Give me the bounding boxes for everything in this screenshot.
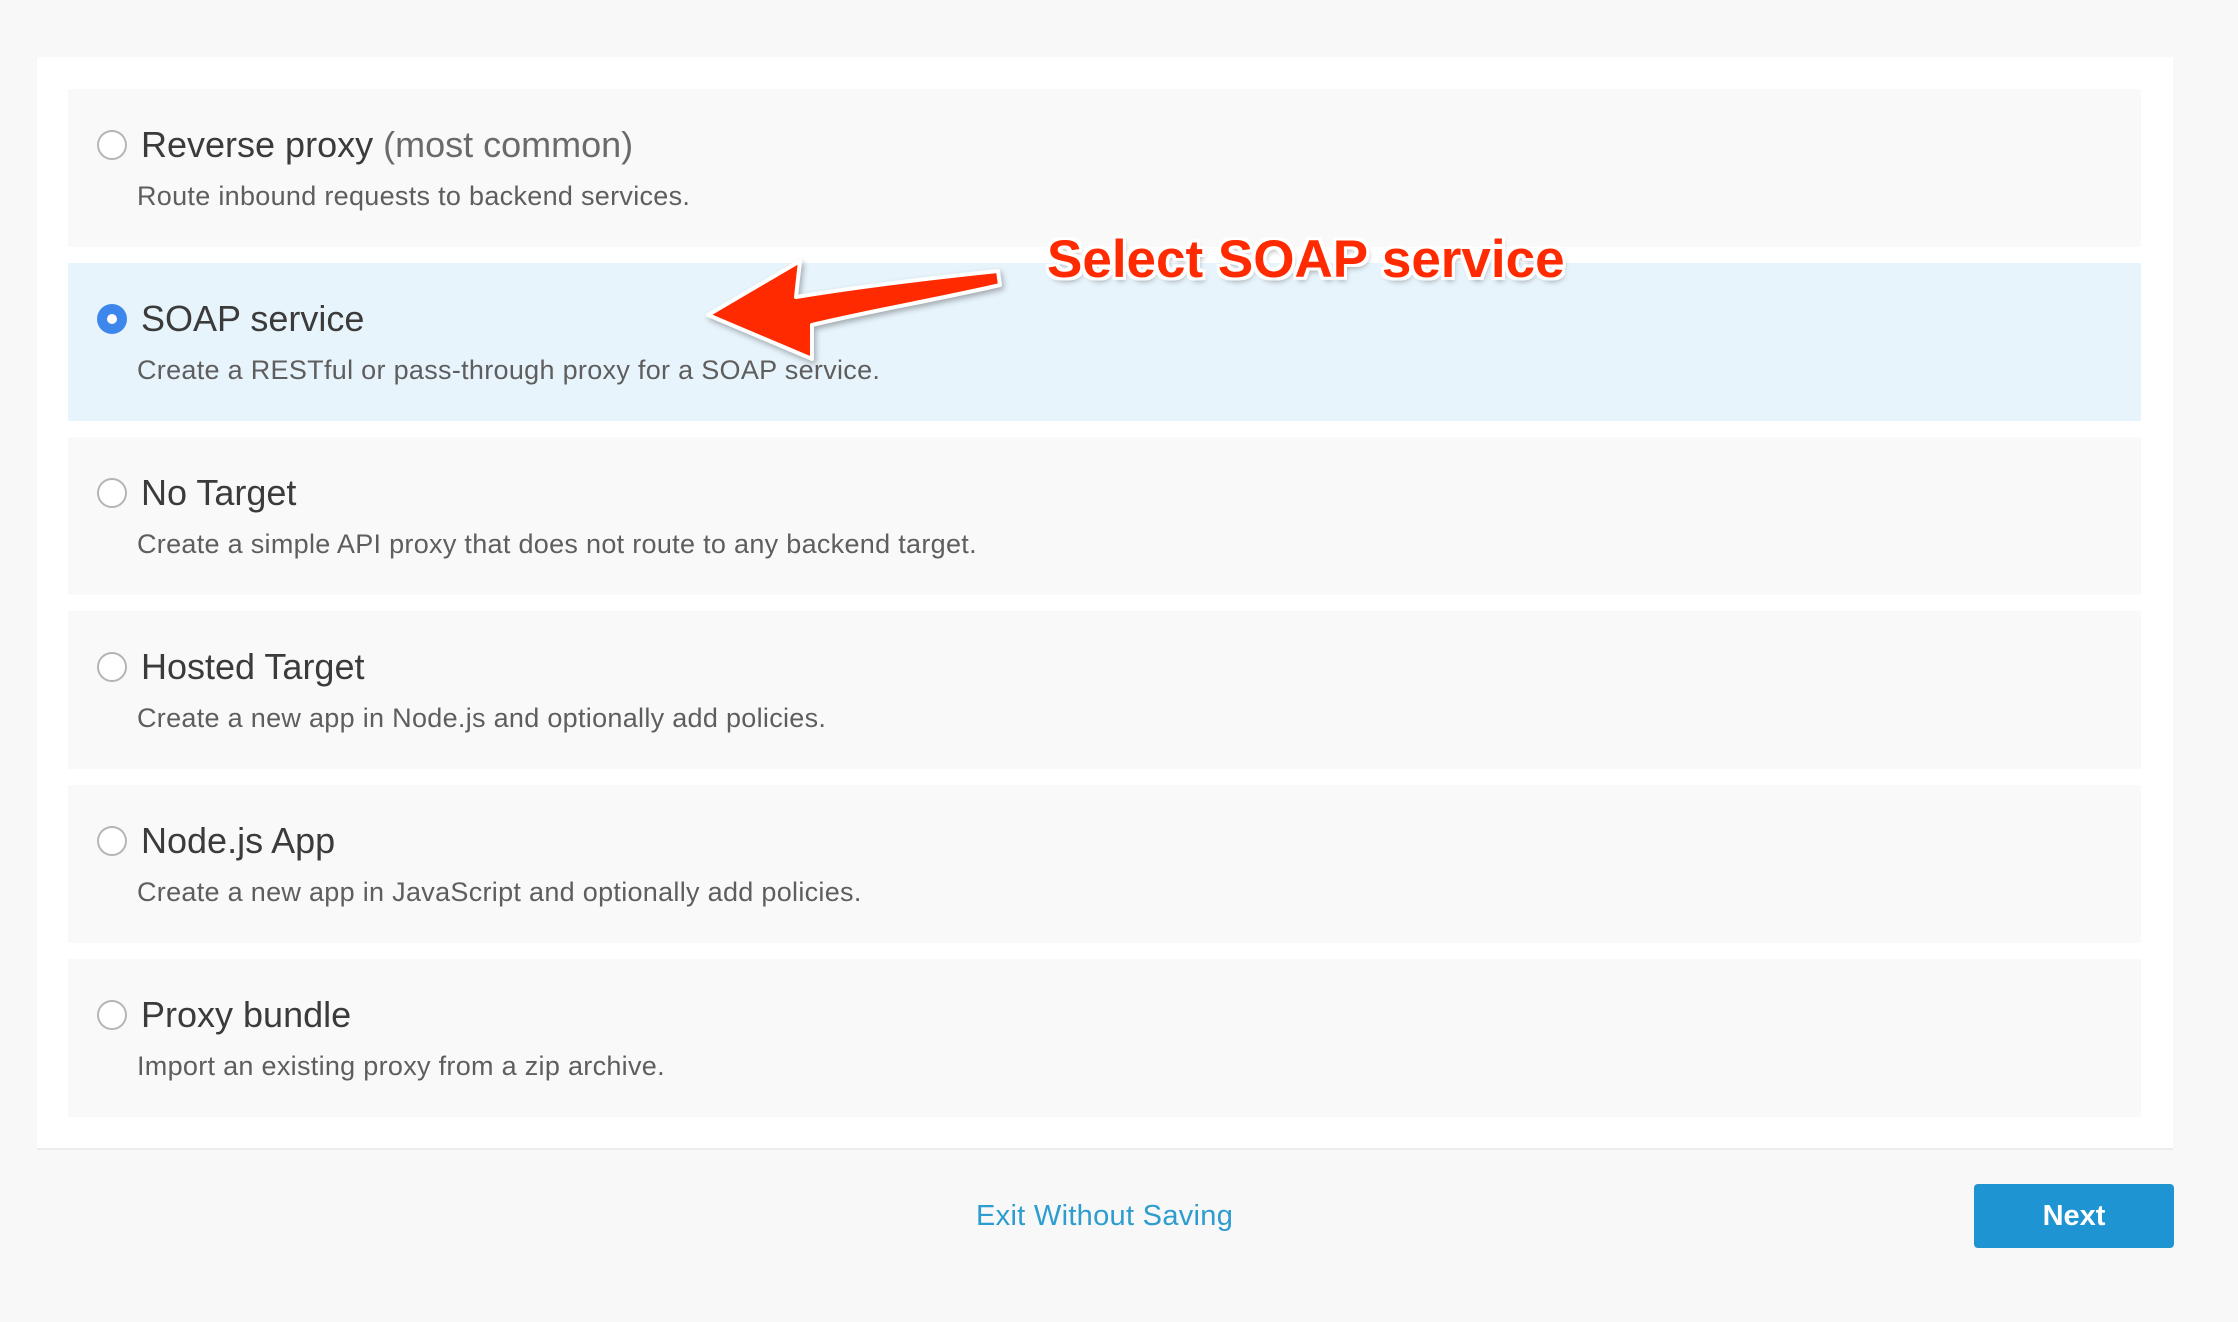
radio-button[interactable] (97, 826, 127, 856)
radio-button[interactable] (97, 478, 127, 508)
option-title: SOAP service (141, 299, 364, 339)
option-title: Reverse proxy (most common) (141, 125, 633, 165)
option-hosted-target[interactable]: Hosted Target Create a new app in Node.j… (68, 611, 2141, 769)
option-title-text: Node.js App (141, 820, 336, 861)
next-button[interactable]: Next (1974, 1184, 2174, 1248)
option-description: Import an existing proxy from a zip arch… (137, 1051, 665, 1081)
radio-button[interactable] (97, 130, 127, 160)
arrow-left-icon (706, 259, 1002, 361)
option-title: Proxy bundle (141, 995, 351, 1035)
radio-button[interactable] (97, 1000, 127, 1030)
option-title-text: Hosted Target (141, 646, 365, 687)
option-title-text: SOAP service (141, 298, 365, 339)
option-title: Hosted Target (141, 647, 364, 687)
option-description: Create a simple API proxy that does not … (137, 529, 977, 559)
option-title-text: Proxy bundle (141, 994, 352, 1035)
option-nodejs-app[interactable]: Node.js App Create a new app in JavaScri… (68, 785, 2141, 943)
option-title-text: Reverse proxy (141, 124, 374, 165)
option-title-text: No Target (141, 472, 297, 513)
option-description: Route inbound requests to backend servic… (137, 181, 691, 211)
exit-without-saving-link[interactable]: Exit Without Saving (976, 1196, 1233, 1236)
radio-dot (107, 314, 117, 324)
option-proxy-bundle[interactable]: Proxy bundle Import an existing proxy fr… (68, 959, 2141, 1117)
radio-button-checked[interactable] (97, 304, 127, 334)
annotation-label: Select SOAP service (1047, 230, 1565, 289)
option-title: Node.js App (141, 821, 335, 861)
option-no-target[interactable]: No Target Create a simple API proxy that… (68, 437, 2141, 595)
option-title-suffix: (most common) (383, 124, 634, 165)
option-reverse-proxy[interactable]: Reverse proxy (most common) Route inboun… (68, 89, 2141, 247)
option-description: Create a new app in JavaScript and optio… (137, 877, 862, 907)
option-description: Create a new app in Node.js and optional… (137, 703, 827, 733)
option-title: No Target (141, 473, 296, 513)
proxy-type-panel: Reverse proxy (most common) Route inboun… (37, 57, 2173, 1150)
radio-button[interactable] (97, 652, 127, 682)
